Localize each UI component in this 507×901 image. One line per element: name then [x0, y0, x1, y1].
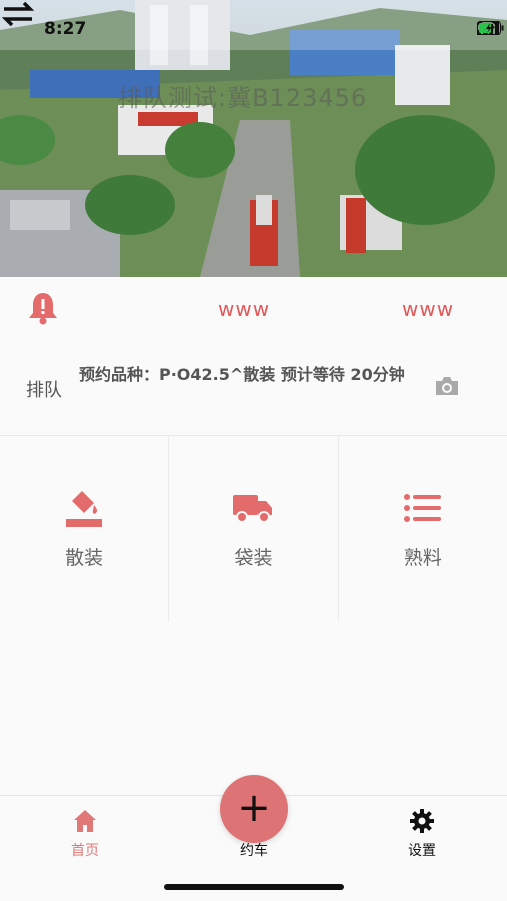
- notice-item[interactable]: www: [218, 297, 270, 321]
- category-label: 散装: [65, 547, 104, 569]
- notice-bar: www www: [0, 277, 507, 339]
- category-bulk[interactable]: 散装: [0, 436, 170, 622]
- status-bar: 8:27: [0, 0, 507, 50]
- home-indicator: [164, 884, 344, 890]
- category-label: 熟料: [403, 547, 442, 569]
- camera-icon[interactable]: [434, 375, 460, 397]
- gear-icon: [410, 809, 434, 833]
- switch-arrows-icon[interactable]: [0, 0, 36, 28]
- plus-icon: +: [237, 785, 271, 831]
- category-bagged[interactable]: 袋装: [169, 436, 339, 622]
- category-grid: 散装 袋装 熟料: [0, 436, 507, 622]
- queue-details: 预约品种：P·O42.5^散装 预计等待 20分钟: [79, 365, 405, 384]
- queue-info-row: 排队 预约品种：P·O42.5^散装 预计等待 20分钟: [0, 339, 507, 436]
- status-time: 8:27: [44, 19, 87, 39]
- category-clinker[interactable]: 熟料: [339, 436, 507, 622]
- battery-icon: [477, 21, 504, 35]
- bell-alert-icon: [29, 293, 57, 325]
- tab-home[interactable]: 首页: [50, 808, 120, 860]
- bulk-fill-icon: [66, 491, 103, 527]
- add-booking-button[interactable]: +: [220, 775, 288, 843]
- list-icon: [403, 494, 441, 522]
- truck-icon: [233, 495, 273, 523]
- notice-item[interactable]: www: [402, 297, 454, 321]
- vehicle-queue-overlay-text: 排队测试:冀B123456: [118, 84, 368, 112]
- tab-settings[interactable]: 设置: [387, 808, 457, 860]
- tab-home-label: 首页: [71, 843, 99, 859]
- category-label: 袋装: [234, 547, 273, 569]
- hero-banner-image: 8:27 排队测试:冀B123456: [0, 0, 507, 277]
- home-icon: [74, 810, 96, 832]
- tab-book-label: 约车: [240, 843, 268, 859]
- queue-label: 排队: [26, 380, 62, 401]
- tab-settings-label: 设置: [408, 843, 436, 859]
